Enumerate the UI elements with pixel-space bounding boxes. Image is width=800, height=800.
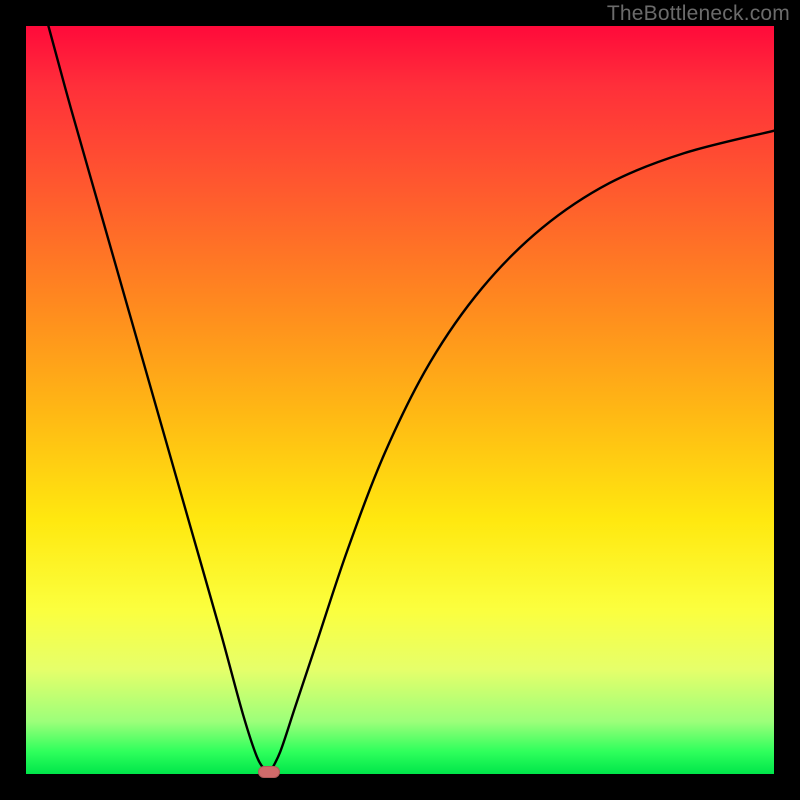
bottleneck-curve-left	[48, 26, 269, 774]
curve-svg	[26, 26, 774, 774]
dip-marker	[258, 766, 280, 778]
plot-area	[26, 26, 774, 774]
bottleneck-curve-right	[269, 131, 774, 774]
watermark-text: TheBottleneck.com	[607, 2, 790, 26]
chart-frame: TheBottleneck.com	[0, 0, 800, 800]
